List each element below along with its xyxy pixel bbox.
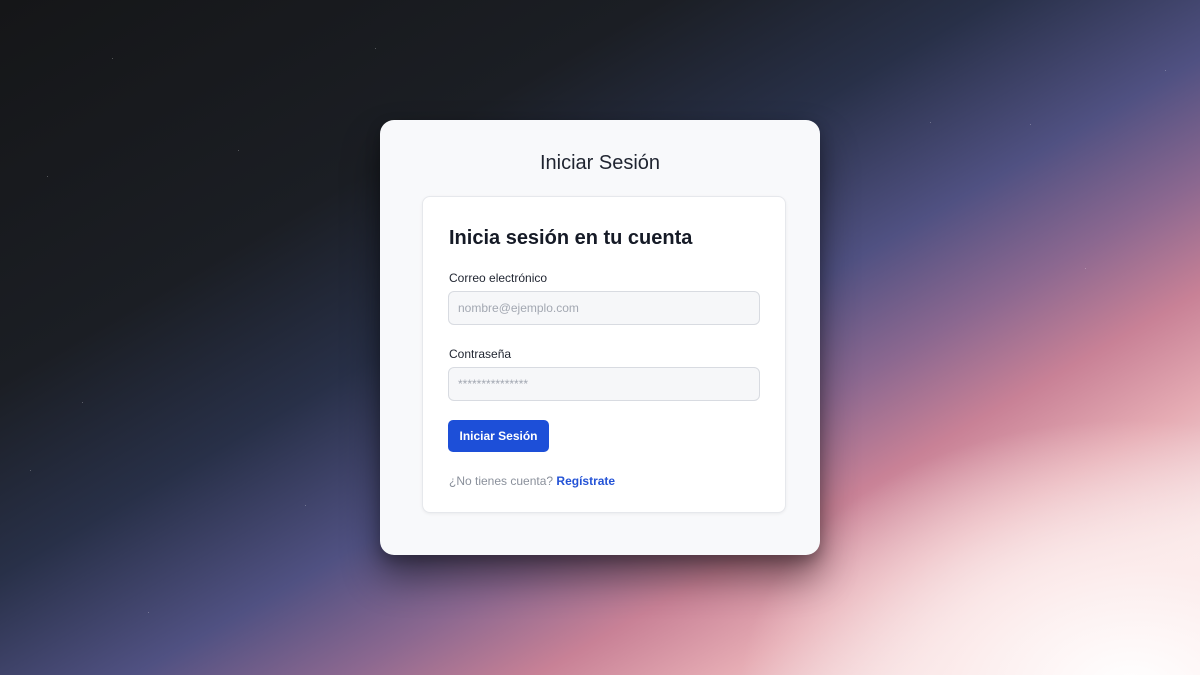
- signup-row: ¿No tienes cuenta? Regístrate: [449, 474, 615, 488]
- submit-button[interactable]: Iniciar Sesión: [448, 420, 549, 452]
- email-field[interactable]: [448, 291, 760, 325]
- email-label: Correo electrónico: [449, 271, 548, 285]
- signup-link[interactable]: Regístrate: [556, 474, 615, 488]
- login-form: Inicia sesión en tu cuenta Correo electr…: [422, 196, 786, 513]
- password-field[interactable]: [448, 367, 760, 401]
- password-label: Contraseña: [449, 347, 512, 361]
- signup-prompt: ¿No tienes cuenta?: [449, 474, 554, 488]
- form-heading: Inicia sesión en tu cuenta: [449, 227, 693, 249]
- login-card: Iniciar Sesión Inicia sesión en tu cuent…: [380, 120, 820, 555]
- page-title: Iniciar Sesión: [539, 152, 661, 174]
